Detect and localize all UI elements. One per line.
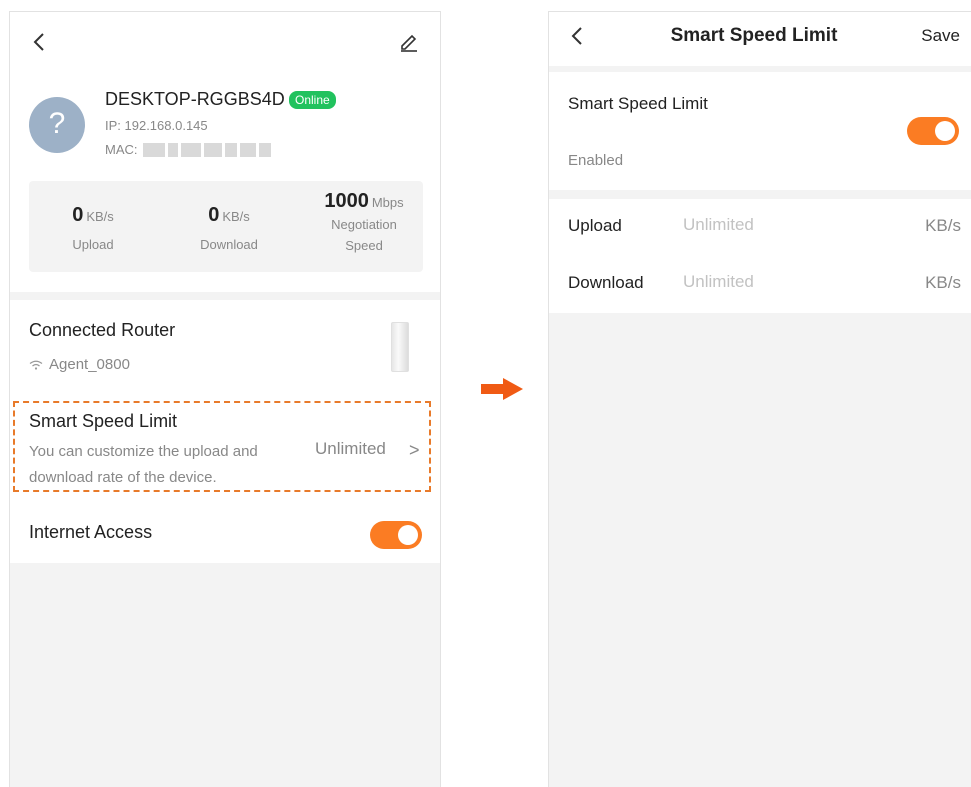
smart-speed-limit-value: Unlimited: [315, 439, 386, 458]
screenshot-stage: ? DESKTOP-RGGBS4D Online IP: 192.168.0.1…: [0, 0, 971, 787]
download-unit: KB/s: [222, 209, 250, 224]
upload-value: 0: [72, 204, 84, 226]
upload-unit: KB/s: [86, 209, 114, 224]
download-row: Download KB/s: [549, 256, 971, 313]
negotiation-label-line1: Negotiation: [331, 217, 397, 232]
back-arrow-icon[interactable]: [30, 31, 50, 53]
device-name: DESKTOP-RGGBS4D: [105, 89, 285, 109]
edit-pencil-icon[interactable]: [398, 30, 420, 52]
status-badge: Online: [289, 91, 336, 109]
device-ip: IP: 192.168.0.145: [105, 118, 208, 133]
download-value: 0: [208, 204, 220, 226]
save-button[interactable]: Save: [921, 26, 960, 46]
rate-limits-section: Upload KB/s Download KB/s: [549, 199, 971, 313]
upload-row: Upload KB/s: [549, 199, 971, 256]
header-bar: Smart Speed Limit Save: [549, 12, 971, 66]
download-stat: 0 KB/s Download: [184, 204, 274, 256]
smart-speed-limit-description: You can customize the upload and downloa…: [29, 443, 258, 486]
router-ssid: Agent_0800: [49, 356, 130, 373]
smart-speed-limit-title: Smart Speed Limit: [29, 411, 178, 431]
router-ssid-row: Agent_0800: [29, 356, 130, 373]
smart-speed-limit-toggle[interactable]: [907, 117, 959, 145]
negotiation-unit: Mbps: [371, 195, 404, 210]
traffic-stats-panel: 0 KB/s Upload 0 KB/s Download 1000 Mbps Neg…: [29, 181, 423, 272]
device-mac-label: MAC:: [105, 142, 138, 157]
smart-speed-limit-title: Smart Speed Limit: [568, 94, 708, 113]
upload-input[interactable]: [683, 215, 883, 235]
negotiation-label-line2: Speed: [345, 238, 383, 253]
download-label: Download: [200, 237, 258, 252]
toggle-knob: [398, 525, 418, 545]
download-unit: KB/s: [925, 273, 961, 292]
internet-access-toggle[interactable]: [370, 521, 422, 549]
upload-unit: KB/s: [925, 216, 961, 235]
upload-label: Upload: [568, 216, 622, 235]
smart-speed-limit-screen: Smart Speed Limit Save Smart Speed Limit…: [548, 11, 971, 787]
download-label: Download: [568, 273, 644, 292]
chevron-right-icon: >: [409, 440, 420, 460]
smart-speed-limit-section: Smart Speed Limit Enabled: [549, 72, 971, 190]
internet-access-label: Internet Access: [29, 522, 153, 542]
avatar: ?: [29, 97, 85, 153]
toggle-knob: [935, 121, 955, 141]
smart-speed-limit-row[interactable]: Smart Speed Limit You can customize the …: [13, 401, 431, 492]
mac-redacted: [143, 143, 274, 157]
router-device-icon: [391, 322, 409, 372]
router-and-settings-section: Connected Router Agent_0800 Smart Speed …: [10, 300, 440, 563]
upload-stat: 0 KB/s Upload: [53, 204, 133, 256]
wifi-icon: [29, 360, 43, 370]
download-input[interactable]: [683, 272, 883, 292]
negotiation-speed-stat: 1000 Mbps Negotiation Speed: [309, 190, 419, 257]
device-detail-screen: ? DESKTOP-RGGBS4D Online IP: 192.168.0.1…: [9, 11, 441, 787]
connected-router-title: Connected Router: [29, 320, 176, 340]
right-arrow-icon: [481, 378, 523, 400]
device-info-section: ? DESKTOP-RGGBS4D Online IP: 192.168.0.1…: [10, 12, 440, 292]
smart-speed-limit-status: Enabled: [568, 152, 624, 169]
page-title: Smart Speed Limit: [670, 25, 838, 46]
upload-label: Upload: [72, 237, 114, 252]
negotiation-value: 1000: [324, 190, 369, 212]
